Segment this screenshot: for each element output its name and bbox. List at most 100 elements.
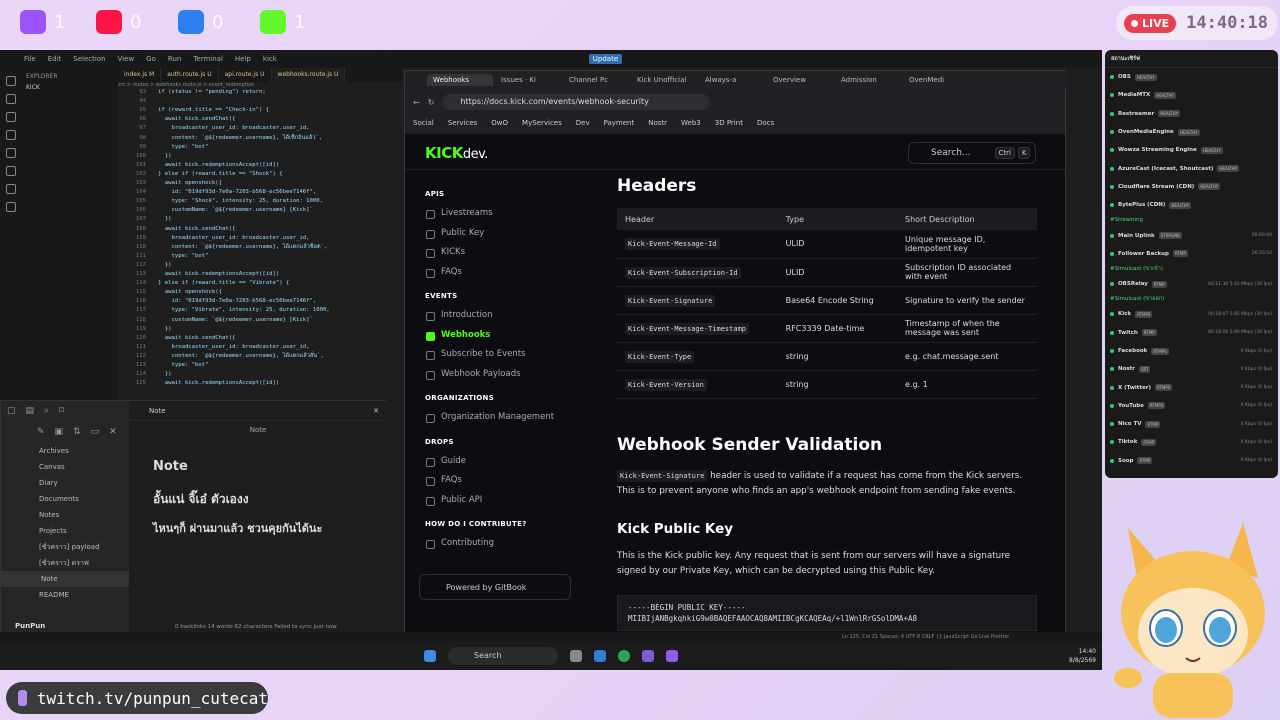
run-icon[interactable] [6, 130, 16, 140]
extensions-icon[interactable] [6, 148, 16, 158]
nav-item[interactable]: Livestreams [417, 204, 577, 224]
nav-item[interactable]: Public Key [417, 224, 577, 244]
test-icon[interactable] [6, 184, 16, 194]
files-icon[interactable] [6, 76, 16, 86]
nav-item[interactable]: Organization Management [417, 408, 577, 428]
address-bar[interactable]: https://docs.kick.com/events/webhook-sec… [442, 94, 711, 110]
gitbook-badge[interactable]: Powered by GitBook [419, 574, 571, 600]
note-tree-item[interactable]: Documents [1, 491, 129, 507]
browser-icon[interactable] [618, 650, 630, 662]
note-tree-item[interactable]: Note [1, 571, 129, 587]
menu-view[interactable]: View [118, 55, 135, 63]
vscode-icon[interactable] [594, 650, 606, 662]
editor-tab[interactable]: api.route.js U [219, 68, 272, 82]
editor-tab[interactable]: webhooks.route.js U [271, 68, 346, 82]
bookmark-folder[interactable]: Dev [576, 119, 590, 127]
close-icon[interactable]: ✕ [109, 427, 117, 437]
note-tree-item[interactable]: Diary [1, 475, 129, 491]
remote-icon[interactable] [6, 166, 16, 176]
start-icon[interactable] [424, 650, 436, 662]
browser-tab[interactable]: OvenMedi [903, 74, 969, 86]
nav-item[interactable]: Contributing [417, 534, 577, 554]
collapse-icon[interactable]: ▭ [91, 427, 100, 437]
pubkey-code[interactable]: -----BEGIN PUBLIC KEY----- MIIBIjANBgkqh… [617, 594, 1037, 631]
editor-tab[interactable]: index.js M [118, 68, 162, 82]
menu-terminal[interactable]: Terminal [193, 55, 223, 63]
note-tree-item[interactable]: Archives [1, 443, 129, 459]
menu-go[interactable]: Go [146, 55, 156, 63]
service-name: Kick [1118, 311, 1132, 318]
explorer-item[interactable]: KICK [26, 83, 114, 94]
note-tree-item[interactable]: Canvas [1, 459, 129, 475]
youtube-icon [96, 10, 122, 34]
folder-icon[interactable]: ▤ [26, 406, 35, 416]
close-tab-icon[interactable]: ✕ [373, 407, 379, 415]
browser-tab[interactable]: Channel Pc [563, 74, 629, 86]
note-editor: Note ✕ Note Note อั้นแน่ จิ๊เอ๋ ตัวเองง ไ… [129, 401, 387, 636]
menu-edit[interactable]: Edit [48, 55, 62, 63]
nav-item[interactable]: Introduction [417, 306, 577, 326]
app-icon[interactable] [666, 650, 678, 662]
nav-item[interactable]: Subscribe to Events [417, 345, 577, 365]
search-icon[interactable] [6, 94, 16, 104]
browser-tab[interactable]: Kick Unofficial [631, 74, 697, 86]
nav-item[interactable]: FAQs [417, 471, 577, 491]
search-icon[interactable]: ⌕ [44, 406, 49, 416]
vault-name[interactable]: PunPun [15, 622, 45, 630]
browser-tab[interactable]: Issues · Ki [495, 74, 561, 86]
nav-item[interactable]: FAQs [417, 263, 577, 283]
browser-tab[interactable]: Admission [835, 74, 901, 86]
nav-item[interactable]: Webhook Payloads [417, 365, 577, 385]
kick-dev-logo[interactable]: KICKdev. [425, 144, 488, 162]
menu-run[interactable]: Run [168, 55, 181, 63]
note-tree-item[interactable]: Notes [1, 507, 129, 523]
note-body[interactable]: Note อั้นแน่ จิ๊เอ๋ ตัวเองง ไหนๆก็ ผ่านม… [129, 439, 387, 557]
task-view-icon[interactable] [570, 650, 582, 662]
reload-icon[interactable]: ↻ [428, 98, 435, 107]
browser-tab[interactable]: Webhooks [427, 74, 493, 86]
taskbar-clock[interactable]: 14:40 8/8/2569 [1069, 647, 1096, 665]
obsidian-icon[interactable] [642, 650, 654, 662]
code-editor[interactable]: 93 if (status != "pending") return; 94 95 if… [118, 88, 403, 448]
bookmark-folder[interactable]: Web3 [681, 119, 701, 127]
note-tree-item[interactable]: Projects [1, 523, 129, 539]
bookmark-folder[interactable]: Payment [604, 119, 635, 127]
bookmark-icon[interactable]: ⌑ [59, 406, 64, 416]
menu-file[interactable]: File [24, 55, 36, 63]
stat-youtube: 0 [96, 10, 141, 34]
bookmark-folder[interactable]: 3D Print [715, 119, 743, 127]
nav-item[interactable]: KICKs [417, 243, 577, 263]
note-tree-item[interactable]: [ชั่วคราว] payload [1, 539, 129, 555]
editor-tab[interactable]: auth.route.js U [161, 68, 219, 82]
nav-item[interactable]: Guide [417, 452, 577, 472]
bookmark-folder[interactable]: OwO [491, 119, 508, 127]
back-icon[interactable]: ← [413, 98, 420, 107]
service-row: Main Uplink STRPLINK 00:00:00 [1105, 226, 1278, 244]
bookmark-folder[interactable]: Social [413, 119, 434, 127]
validation-text: Kick-Event-Signature header is used to v… [617, 469, 1023, 496]
command-search[interactable]: kick [263, 55, 277, 63]
nav-item[interactable]: Public API [417, 491, 577, 511]
update-button[interactable]: Update [588, 54, 623, 64]
docs-search[interactable]: Search... Ctrl K [908, 142, 1036, 164]
new-folder-icon[interactable]: ▣ [55, 427, 64, 437]
stat-count: 0 [212, 11, 224, 33]
sort-icon[interactable]: ⇅ [73, 427, 81, 437]
menu-help[interactable]: Help [235, 55, 251, 63]
bookmark-folder[interactable]: MyServices [522, 119, 562, 127]
nav-item[interactable]: Webhooks [417, 326, 577, 346]
source-control-icon[interactable] [6, 112, 16, 122]
bookmark-folder[interactable]: Docs [757, 119, 774, 127]
browser-tab[interactable]: Overview [767, 74, 833, 86]
menu-selection[interactable]: Selection [73, 55, 105, 63]
taskbar-search[interactable]: Search [448, 647, 558, 665]
note-tree-item[interactable]: [ชั่วคราว] ดราฟ [1, 555, 129, 571]
browser-tab[interactable]: Always-a [699, 74, 765, 86]
settings-icon[interactable] [6, 202, 16, 212]
sidebar-toggle-icon[interactable]: ▢ [7, 406, 16, 416]
new-note-icon[interactable]: ✎ [37, 427, 45, 437]
note-tree-item[interactable]: README [1, 587, 129, 603]
bookmark-folder[interactable]: Nostr [648, 119, 667, 127]
bookmark-folder[interactable]: Services [448, 119, 478, 127]
note-tab[interactable]: Note ✕ [129, 401, 387, 421]
